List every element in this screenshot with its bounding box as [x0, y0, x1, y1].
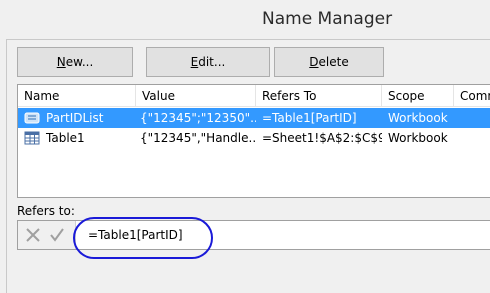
row-refers-to: =Table1[PartID] — [262, 111, 357, 125]
row-refers-to: =Sheet1!$A$2:$C$9 — [262, 131, 382, 145]
row-name: PartIDList — [46, 111, 104, 125]
cancel-icon[interactable] — [24, 226, 42, 244]
row-name: Table1 — [46, 131, 85, 145]
window-title: Name Manager — [262, 9, 393, 29]
edit-button-label: dit... — [198, 55, 226, 69]
row-value: {"12345";"12350"... — [140, 111, 256, 125]
refers-to-bar: =Table1[PartID] — [17, 220, 490, 250]
named-range-icon — [24, 112, 40, 124]
new-button-mnemonic: N — [56, 55, 66, 69]
column-header-name[interactable]: Name — [18, 85, 136, 107]
title-bar: Name Manager — [0, 0, 490, 39]
new-button[interactable]: New... — [17, 47, 133, 77]
row-value: {"12345","Handle... — [140, 131, 256, 145]
row-scope: Workbook — [388, 111, 448, 125]
delete-button-mnemonic: D — [309, 55, 319, 69]
confirm-icon[interactable] — [48, 226, 66, 244]
refers-to-label: Refers to: — [17, 204, 75, 218]
list-header: Name Value Refers To Scope Comm — [18, 85, 490, 107]
row-scope: Workbook — [388, 131, 448, 145]
refers-toolbar — [18, 221, 76, 249]
list-row-table1[interactable]: Table1 {"12345","Handle... =Sheet1!$A$2:… — [18, 128, 490, 148]
column-header-scope[interactable]: Scope — [382, 85, 454, 107]
table-icon — [24, 131, 40, 145]
refers-to-input[interactable]: =Table1[PartID] — [88, 228, 183, 242]
column-header-value[interactable]: Value — [136, 85, 256, 107]
delete-button-label: elete — [318, 55, 349, 69]
column-header-refers-to[interactable]: Refers To — [256, 85, 382, 107]
delete-button[interactable]: Delete — [274, 47, 384, 77]
column-header-comment[interactable]: Comm — [454, 85, 490, 107]
list-row-partidlist[interactable]: PartIDList {"12345";"12350"... =Table1[P… — [18, 108, 490, 128]
edit-button-mnemonic: E — [190, 55, 199, 69]
edit-button[interactable]: Edit... — [146, 47, 270, 77]
names-list[interactable]: Name Value Refers To Scope Comm PartIDLi… — [17, 84, 490, 198]
new-button-label: ew... — [65, 55, 94, 69]
